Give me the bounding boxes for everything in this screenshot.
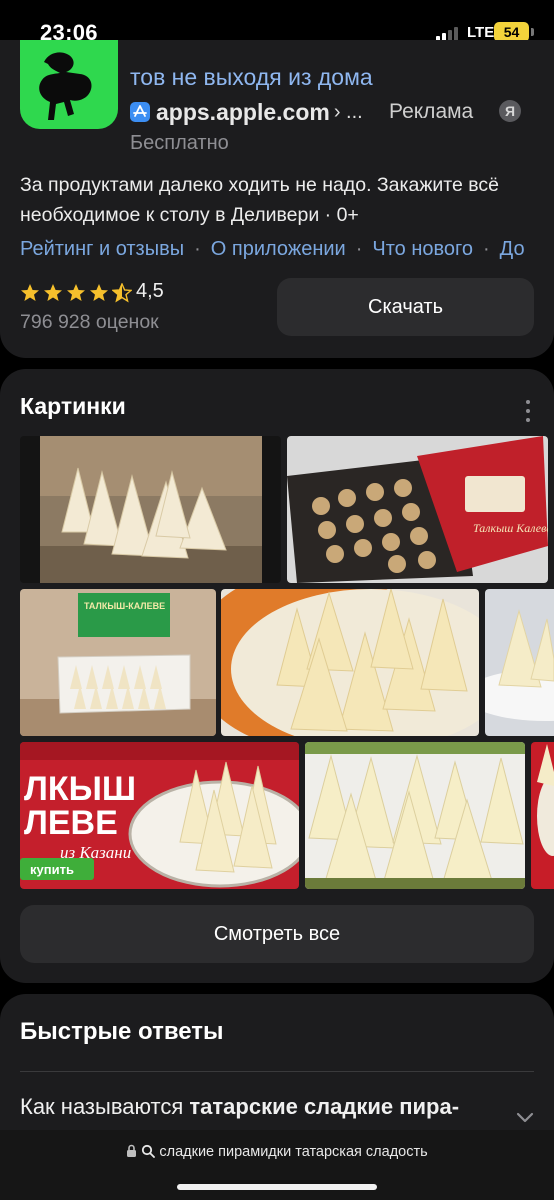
star-icon bbox=[21, 284, 39, 301]
ad-price: Бесплатно bbox=[130, 132, 229, 154]
download-button[interactable]: Скачать bbox=[277, 278, 534, 336]
app-store-icon bbox=[130, 102, 150, 122]
image-thumb-6[interactable]: ЛКЫШ ЛЕВЕ из Казани купить bbox=[20, 742, 299, 889]
image-thumb-4[interactable] bbox=[221, 589, 479, 736]
box-label-text: Талкыш Калеве bbox=[473, 521, 548, 535]
ad-label: Реклама bbox=[389, 100, 474, 123]
app-icon[interactable] bbox=[20, 40, 118, 129]
star-icon bbox=[90, 284, 108, 301]
link-whats-new[interactable]: Что нового bbox=[372, 238, 473, 261]
ad-source-domain: apps.apple.com bbox=[156, 98, 330, 125]
ad-source[interactable]: apps.apple.com › ... bbox=[130, 98, 363, 126]
browser-url-bar[interactable]: сладкие пирамидки татарская сладость bbox=[0, 1130, 554, 1200]
image-thumb-2[interactable]: Талкыш Калеве bbox=[287, 436, 548, 583]
ostrich-logo-icon bbox=[39, 52, 92, 120]
image-thumb-1[interactable] bbox=[20, 436, 281, 583]
ad-source-breadcrumb: › ... bbox=[333, 100, 363, 123]
quick-answers-title: Быстрые ответы bbox=[20, 1018, 224, 1045]
link-more[interactable]: До bbox=[500, 238, 525, 261]
link-about-app[interactable]: О приложении bbox=[211, 238, 346, 261]
images-card: Картинки Талкыш Калеве ТАЛКЫШ-КАЛЕВЕ ЛКЫ… bbox=[0, 369, 554, 983]
image-thumb-7[interactable] bbox=[305, 742, 525, 889]
banner-word-2: ЛЕВЕ bbox=[24, 804, 118, 842]
banner-buy-button: купить bbox=[30, 862, 74, 877]
url-text: сладкие пирамидки татарская сладость bbox=[159, 1144, 428, 1160]
rating-value: 4,5 bbox=[136, 280, 164, 302]
ad-links: Рейтинг и отзывы · О приложении · Что нового… bbox=[20, 238, 525, 261]
see-all-button[interactable]: Смотреть все bbox=[20, 905, 534, 963]
screen: 23:06 LTE 54 тов не выходя из дома apps.… bbox=[0, 0, 554, 1200]
battery-icon: 54 bbox=[494, 22, 529, 42]
question-bold-text: татарские сладкие пира- bbox=[189, 1094, 460, 1119]
image-thumb-8[interactable] bbox=[531, 742, 554, 889]
battery-tip bbox=[531, 28, 534, 36]
url-row[interactable]: сладкие пирамидки татарская сладость bbox=[0, 1144, 554, 1160]
image-thumb-5[interactable] bbox=[485, 589, 554, 736]
chevron-down-icon[interactable] bbox=[516, 1108, 534, 1126]
network-label: LTE bbox=[467, 24, 495, 41]
star-icon bbox=[44, 284, 62, 301]
ad-title-link[interactable]: тов не выходя из дома bbox=[130, 64, 373, 91]
divider bbox=[20, 1071, 534, 1072]
more-options-icon[interactable] bbox=[524, 400, 532, 422]
rating-count: 796 928 оценок bbox=[20, 311, 159, 333]
ad-card[interactable]: тов не выходя из дома apps.apple.com › .… bbox=[0, 40, 554, 358]
lock-icon bbox=[127, 1144, 137, 1157]
link-ratings[interactable]: Рейтинг и отзывы bbox=[20, 238, 184, 261]
yandex-badge-icon[interactable]: Я bbox=[499, 100, 521, 122]
rating-stars bbox=[20, 280, 135, 306]
images-section-title[interactable]: Картинки bbox=[20, 393, 126, 420]
image-thumb-3[interactable]: ТАЛКЫШ-КАЛЕВЕ bbox=[20, 589, 216, 736]
banner-word-1: ЛКЫШ bbox=[24, 770, 136, 808]
home-indicator[interactable] bbox=[177, 1184, 377, 1190]
question-text: Как называются bbox=[20, 1094, 190, 1119]
star-icon bbox=[67, 284, 85, 301]
search-icon bbox=[142, 1144, 156, 1158]
half-star-icon bbox=[112, 283, 132, 303]
ad-description: За продуктами далеко ходить не надо. Зак… bbox=[20, 174, 499, 226]
box-green-label: ТАЛКЫШ-КАЛЕВЕ bbox=[84, 601, 165, 611]
quick-answer-question[interactable]: Как называются татарские сладкие пира- bbox=[20, 1094, 459, 1120]
